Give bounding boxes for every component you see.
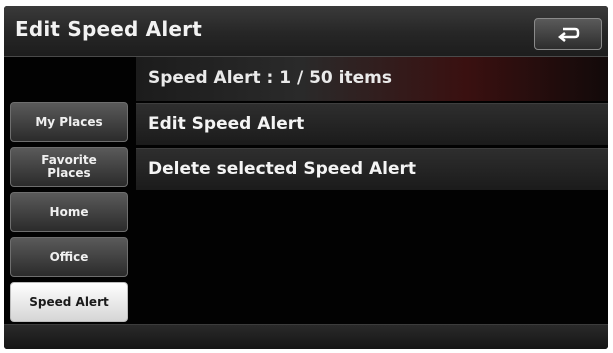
bottom-bar: [4, 324, 608, 349]
menu-item-edit-speed-alert[interactable]: Edit Speed Alert: [136, 103, 608, 145]
item-count: Speed Alert : 1 / 50 items: [148, 68, 392, 88]
back-button[interactable]: [534, 18, 602, 50]
sidebar-item-speed-alert[interactable]: Speed Alert: [10, 282, 128, 322]
title-bar: Edit Speed Alert: [4, 6, 608, 57]
sidebar-item-office[interactable]: Office: [10, 237, 128, 277]
menu-item-label: Edit Speed Alert: [148, 114, 305, 134]
sidebar-item-favorite-places[interactable]: Favorite Places: [10, 147, 128, 187]
back-arrow-icon: [557, 27, 580, 42]
sidebar-item-my-places[interactable]: My Places: [10, 102, 128, 142]
menu-item-delete-speed-alert[interactable]: Delete selected Speed Alert: [136, 148, 608, 190]
page-title: Edit Speed Alert: [15, 17, 203, 41]
menu-item-label: Delete selected Speed Alert: [148, 159, 416, 179]
screen: Edit Speed Alert Speed Alert : 1 / 50 it…: [4, 6, 608, 349]
sidebar-item-home[interactable]: Home: [10, 192, 128, 232]
item-count-row: Speed Alert : 1 / 50 items: [136, 57, 608, 101]
